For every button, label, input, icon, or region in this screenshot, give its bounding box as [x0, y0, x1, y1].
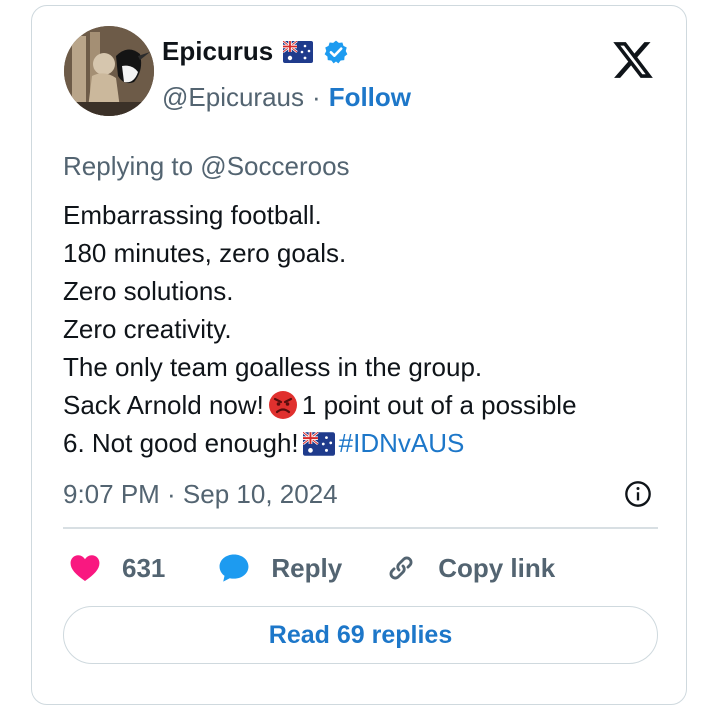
tweet-line: Zero creativity. — [63, 314, 232, 344]
verified-badge-icon — [324, 40, 348, 63]
tweet-line: Sack Arnold now! 1 point out of a possib… — [63, 386, 663, 424]
tweet-line: Zero solutions. — [63, 276, 234, 306]
heart-icon — [70, 555, 100, 582]
hashtag-link[interactable]: #IDNvAUS — [339, 428, 465, 458]
tweet-line-part: Sack Arnold now! — [63, 390, 264, 420]
avatar-image — [64, 26, 154, 116]
tweet-line-part: 6. Not good enough! — [63, 428, 299, 458]
read-replies-button[interactable]: Read 69 replies — [63, 606, 658, 664]
australia-flag-icon — [283, 40, 314, 63]
divider — [63, 527, 658, 529]
handle-separator: · — [312, 82, 321, 112]
author-avatar[interactable] — [64, 26, 154, 116]
tweet-line: The only team goalless in the group. — [63, 352, 483, 382]
like-count: 631 — [122, 552, 166, 583]
tweet-actions: 631 Reply Copy link — [68, 551, 555, 585]
angry-face-emoji-icon — [268, 391, 297, 419]
australia-flag-icon — [302, 432, 335, 456]
tweet-line: 6. Not good enough! #IDNvAUS — [63, 424, 663, 462]
x-logo-icon[interactable] — [610, 38, 656, 82]
tweet-timestamp[interactable]: 9:07 PM · Sep 10, 2024 — [63, 479, 338, 510]
tweet-line-part: 1 point out of a possible — [301, 390, 577, 420]
like-button[interactable]: 631 — [68, 551, 165, 585]
tweet-card: Epicurus @Epicuraus · Follow Replying to… — [31, 5, 687, 705]
info-icon[interactable] — [624, 480, 652, 508]
copy-link-label: Copy link — [438, 552, 556, 583]
author-handle-row: @Epicuraus · Follow — [162, 82, 411, 113]
author-display-name[interactable]: Epicurus — [162, 36, 273, 67]
reply-button[interactable]: Reply — [217, 551, 342, 585]
copy-link-button[interactable]: Copy link — [384, 551, 555, 585]
tweet-text: Embarrassing football. 180 minutes, zero… — [63, 196, 663, 462]
replying-to-text[interactable]: Replying to @Socceroos — [63, 151, 350, 182]
reply-label: Reply — [271, 552, 343, 583]
follow-button[interactable]: Follow — [329, 82, 411, 113]
tweet-line: Embarrassing football. — [63, 200, 322, 230]
author-handle[interactable]: @Epicuraus — [162, 82, 304, 113]
reply-bubble-icon — [219, 554, 249, 582]
author-name-row: Epicurus — [162, 36, 349, 67]
tweet-line: 180 minutes, zero goals. — [63, 238, 347, 268]
link-icon — [389, 556, 413, 580]
